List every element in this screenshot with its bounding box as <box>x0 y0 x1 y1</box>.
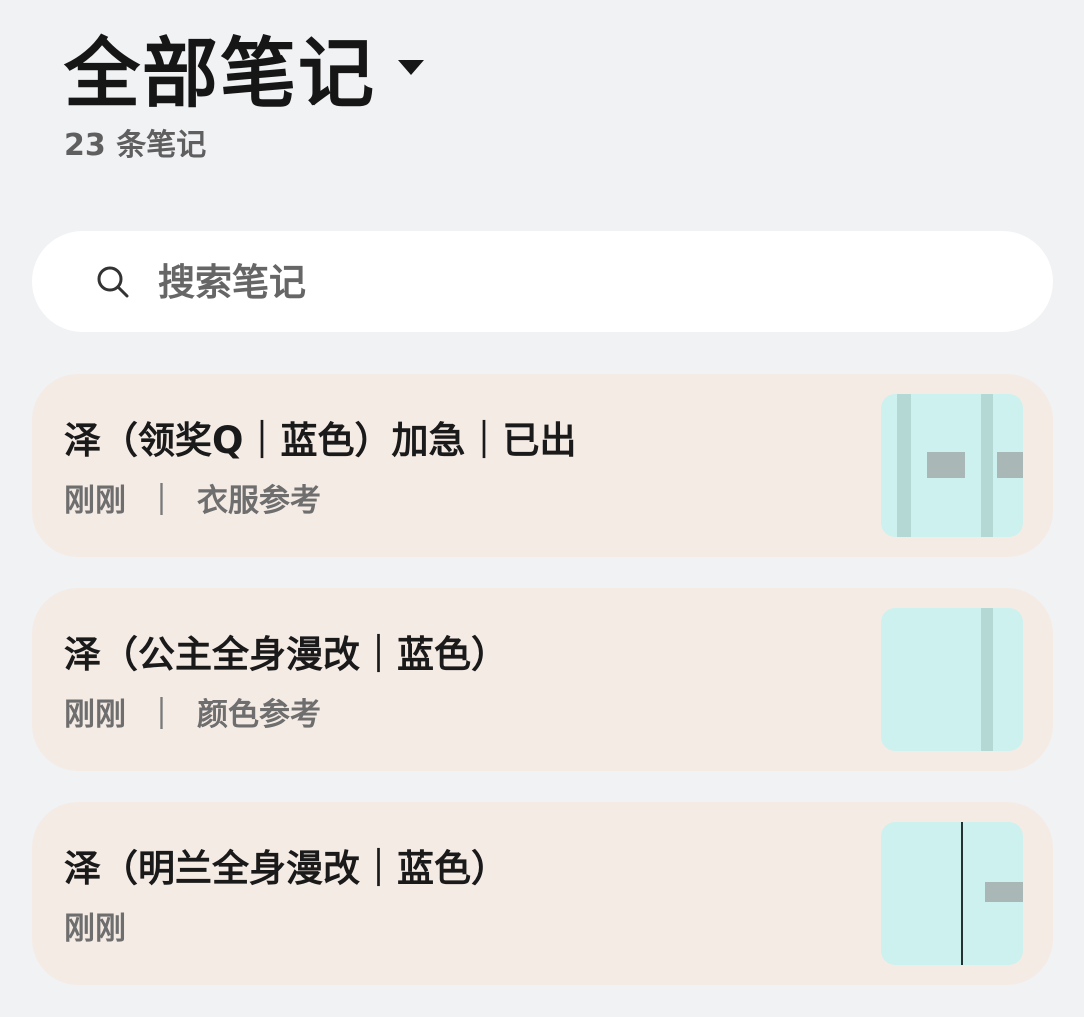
search-bar[interactable] <box>32 231 1053 334</box>
note-category: 颜色参考 <box>197 697 321 733</box>
meta-separator: ｜ <box>146 483 177 519</box>
note-card[interactable]: 泽（领奖Q｜蓝色）加急｜已出 刚刚 ｜ 衣服参考 <box>32 374 1053 557</box>
page-header: 全部笔记 23 条笔记 <box>64 26 424 166</box>
note-thumbnail <box>881 608 1023 751</box>
note-time: 刚刚 <box>64 911 126 947</box>
note-card[interactable]: 泽（明兰全身漫改｜蓝色） 刚刚 <box>32 802 1053 985</box>
note-title: 泽（公主全身漫改｜蓝色） <box>64 633 508 676</box>
note-category: 衣服参考 <box>197 483 321 519</box>
note-thumbnail <box>881 394 1023 537</box>
note-thumbnail <box>881 822 1023 965</box>
note-title: 泽（明兰全身漫改｜蓝色） <box>64 847 508 890</box>
note-card[interactable]: 泽（公主全身漫改｜蓝色） 刚刚 ｜ 颜色参考 <box>32 588 1053 771</box>
meta-separator: ｜ <box>146 697 177 733</box>
note-meta: 刚刚 ｜ 衣服参考 <box>64 480 321 522</box>
chevron-down-icon[interactable] <box>398 59 424 75</box>
note-time: 刚刚 <box>64 483 126 519</box>
note-time: 刚刚 <box>64 697 126 733</box>
note-title: 泽（领奖Q｜蓝色）加急｜已出 <box>64 419 577 462</box>
note-meta: 刚刚 <box>64 908 126 950</box>
page-title[interactable]: 全部笔记 <box>64 26 376 122</box>
search-input[interactable] <box>156 231 1020 334</box>
note-meta: 刚刚 ｜ 颜色参考 <box>64 694 321 736</box>
notebook-selector[interactable]: 全部笔记 <box>64 26 424 122</box>
search-icon <box>97 266 129 298</box>
note-count: 23 条笔记 <box>64 128 207 163</box>
